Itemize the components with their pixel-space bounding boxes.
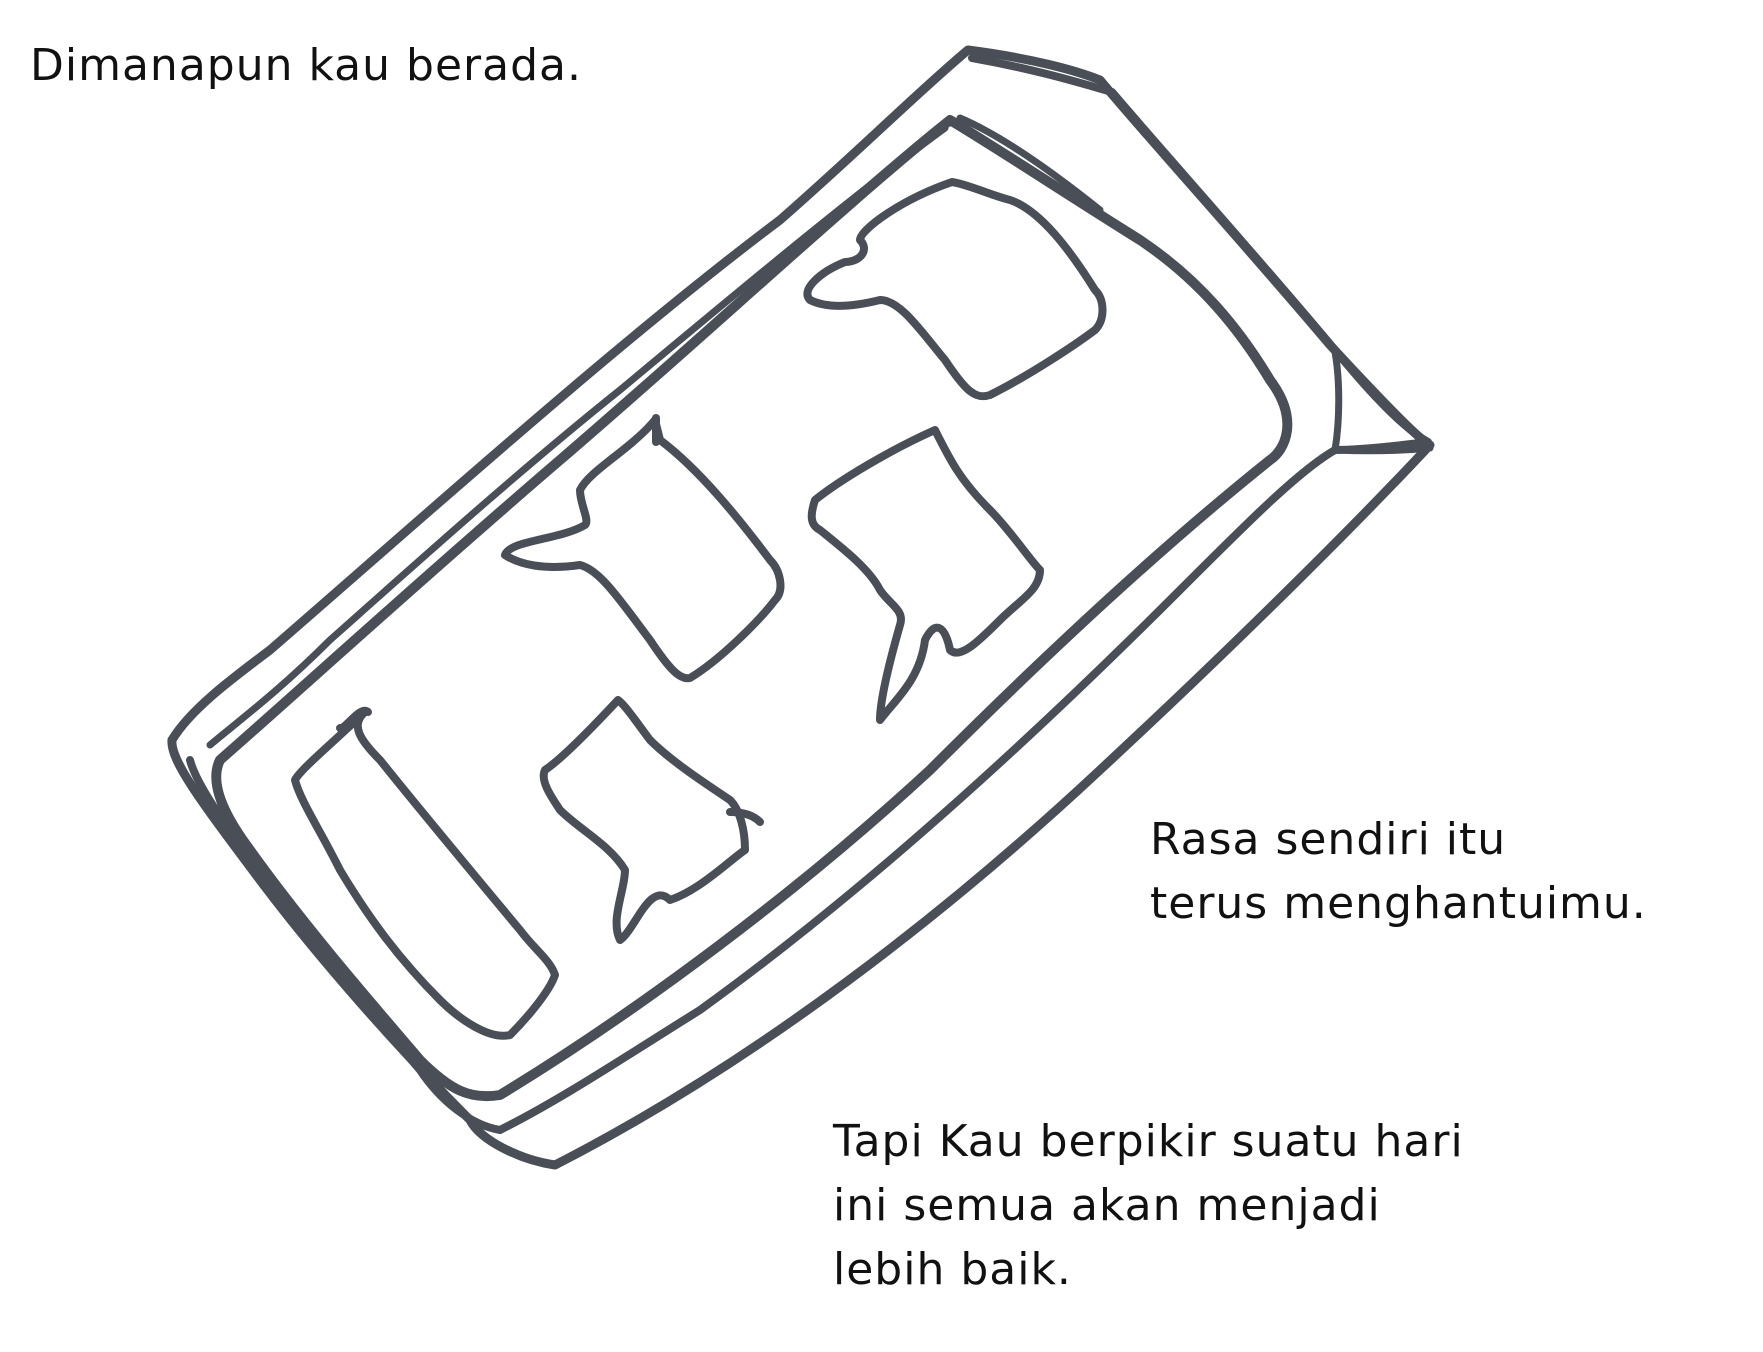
caption-top: Dimanapun kau berada. bbox=[30, 34, 582, 98]
speech-bubble-icon bbox=[501, 178, 1107, 944]
message-input-box bbox=[291, 706, 559, 1040]
caption-middle-line-2: terus menghantuimu. bbox=[1150, 878, 1647, 929]
caption-middle: Rasa sendiri itu terus menghantuimu. bbox=[1150, 808, 1647, 936]
caption-top-line-1: Dimanapun kau berada. bbox=[30, 40, 582, 91]
caption-bottom-line-2: ini semua akan menjadi bbox=[833, 1180, 1381, 1231]
caption-bottom: Tapi Kau berpikir suatu hari ini semua a… bbox=[833, 1110, 1464, 1302]
caption-bottom-line-3: lebih baik. bbox=[833, 1244, 1072, 1295]
caption-bottom-line-1: Tapi Kau berpikir suatu hari bbox=[833, 1116, 1464, 1167]
caption-middle-line-1: Rasa sendiri itu bbox=[1150, 814, 1507, 865]
phone-outline bbox=[167, 45, 1435, 1170]
